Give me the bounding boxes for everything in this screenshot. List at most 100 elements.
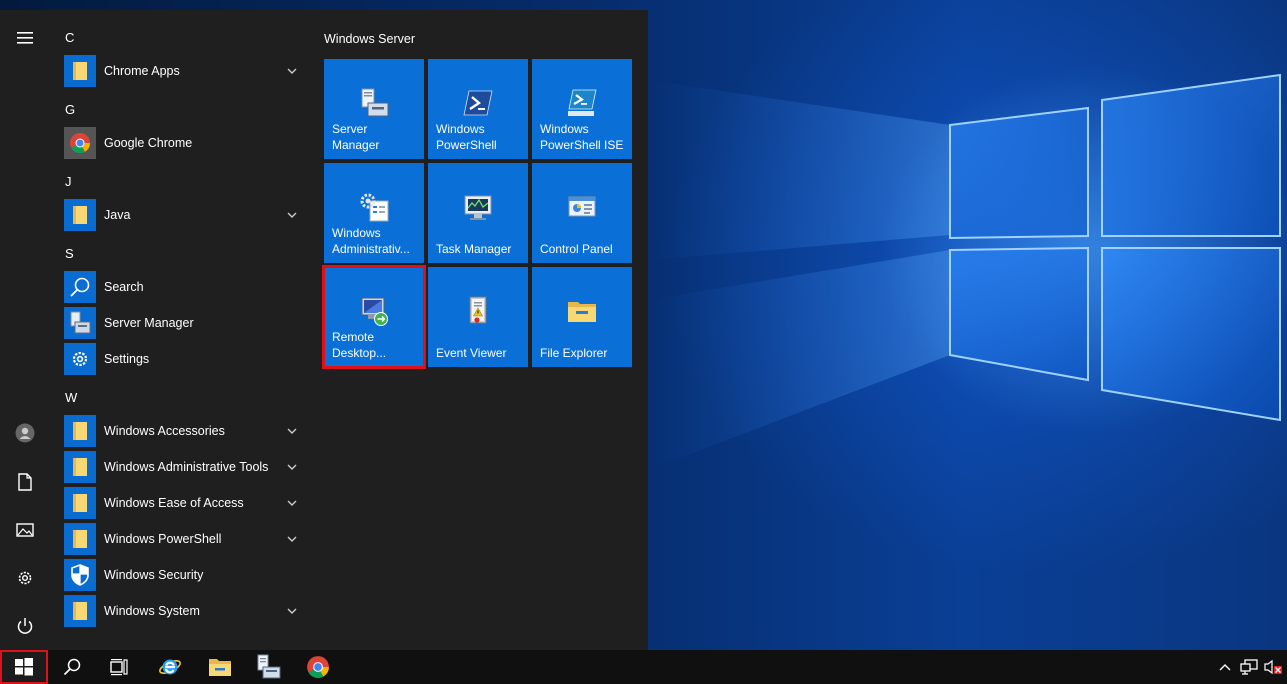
tile-label: Task Manager — [436, 242, 512, 256]
task-manager-icon — [464, 195, 492, 220]
folder-icon — [64, 55, 96, 87]
app-label: Windows Security — [104, 568, 204, 582]
tile-label: Windows PowerShell ISE — [540, 122, 624, 152]
app-search[interactable]: Search — [64, 271, 310, 303]
task-view-icon — [110, 659, 128, 676]
letter-header-j[interactable]: J — [65, 172, 72, 192]
tile-label: Control Panel — [540, 242, 613, 256]
hamburger-icon[interactable] — [5, 18, 45, 58]
server-manager-icon — [257, 654, 281, 679]
start-menu: C Chrome Apps G Google Chrome J Java S S… — [0, 10, 648, 650]
app-label: Windows Administrative Tools — [104, 460, 269, 474]
app-chrome-apps[interactable]: Chrome Apps — [64, 55, 310, 87]
tile-control-panel[interactable]: Control Panel — [532, 163, 632, 263]
folder-icon — [64, 451, 96, 483]
app-label: Java — [104, 208, 131, 222]
chevron-down-icon[interactable] — [286, 461, 298, 473]
show-hidden-icons-button[interactable] — [1214, 650, 1236, 684]
powershell-ise-icon — [568, 89, 597, 116]
folder-icon — [64, 415, 96, 447]
app-server-manager[interactable]: Server Manager — [64, 307, 310, 339]
app-google-chrome[interactable]: Google Chrome — [64, 127, 310, 159]
start-left-rail — [0, 10, 50, 650]
tile-label: Windows PowerShell — [436, 122, 497, 152]
app-settings[interactable]: Settings — [64, 343, 310, 375]
taskbar — [0, 650, 1287, 684]
tile-windows-powershell[interactable]: Windows PowerShell — [428, 59, 528, 159]
gear-icon — [64, 343, 96, 375]
server-manager-icon — [64, 307, 96, 339]
taskbar-internet-explorer[interactable] — [146, 650, 194, 684]
gear-icon[interactable] — [5, 558, 45, 598]
tile-task-manager[interactable]: Task Manager — [428, 163, 528, 263]
app-windows-accessories[interactable]: Windows Accessories — [64, 415, 310, 447]
tile-label: Remote Desktop... — [332, 330, 387, 360]
chevron-down-icon[interactable] — [286, 533, 298, 545]
start-button[interactable] — [0, 650, 48, 684]
tile-label: Windows Administrativ... — [332, 226, 410, 256]
app-label: Search — [104, 280, 144, 294]
chevron-down-icon[interactable] — [286, 65, 298, 77]
letter-header-w[interactable]: W — [65, 388, 77, 408]
tiles-group-title[interactable]: Windows Server — [324, 32, 415, 46]
volume-control[interactable] — [1261, 650, 1285, 684]
chevron-down-icon[interactable] — [286, 605, 298, 617]
task-view-button[interactable] — [96, 650, 144, 684]
app-windows-system[interactable]: Windows System — [64, 595, 310, 627]
chrome-icon — [307, 656, 329, 678]
folder-icon — [64, 595, 96, 627]
folder-icon — [64, 523, 96, 555]
tile-remote-desktop[interactable]: Remote Desktop... — [322, 265, 426, 369]
chrome-icon — [64, 127, 96, 159]
app-label: Chrome Apps — [104, 64, 180, 78]
power-icon[interactable] — [5, 606, 45, 646]
event-viewer-icon — [469, 296, 487, 324]
app-label: Windows System — [104, 604, 200, 618]
tile-windows-administrative-tools[interactable]: Windows Administrativ... — [324, 163, 424, 263]
taskbar-file-explorer[interactable] — [196, 650, 244, 684]
tile-file-explorer[interactable]: File Explorer — [532, 267, 632, 367]
remote-desktop-icon — [361, 297, 388, 326]
network-status[interactable] — [1238, 650, 1260, 684]
chevron-up-icon — [1219, 664, 1231, 671]
documents-icon[interactable] — [5, 462, 45, 502]
taskbar-search-button[interactable] — [48, 650, 96, 684]
app-label: Windows Ease of Access — [104, 496, 244, 510]
app-label: Windows Accessories — [104, 424, 225, 438]
folder-icon — [64, 199, 96, 231]
chevron-down-icon[interactable] — [286, 497, 298, 509]
app-list: C Chrome Apps G Google Chrome J Java S S… — [50, 10, 310, 650]
app-label: Server Manager — [104, 316, 194, 330]
server-manager-icon — [361, 88, 389, 117]
tile-label: File Explorer — [540, 346, 608, 360]
tile-label: Event Viewer — [436, 346, 507, 360]
app-windows-administrative-tools[interactable]: Windows Administrative Tools — [64, 451, 310, 483]
user-icon[interactable] — [5, 413, 45, 453]
app-label: Google Chrome — [104, 136, 193, 150]
tile-event-viewer[interactable]: Event Viewer — [428, 267, 528, 367]
letter-header-g[interactable]: G — [65, 100, 75, 120]
letter-header-c[interactable]: C — [65, 28, 74, 48]
tile-server-manager[interactable]: Server Manager — [324, 59, 424, 159]
network-icon — [1240, 659, 1258, 675]
control-panel-icon — [568, 196, 596, 217]
tile-windows-powershell-ise[interactable]: Windows PowerShell ISE — [532, 59, 632, 159]
letter-header-s[interactable]: S — [65, 244, 74, 264]
pictures-icon[interactable] — [5, 510, 45, 550]
folder-icon — [64, 487, 96, 519]
app-label: Settings — [104, 352, 150, 366]
app-windows-powershell[interactable]: Windows PowerShell — [64, 523, 310, 555]
windows-logo-icon — [15, 658, 33, 676]
app-java[interactable]: Java — [64, 199, 310, 231]
taskbar-google-chrome[interactable] — [294, 650, 342, 684]
chevron-down-icon[interactable] — [286, 425, 298, 437]
app-label: Windows PowerShell — [104, 532, 222, 546]
internet-explorer-icon — [159, 659, 181, 675]
app-windows-security[interactable]: Windows Security — [64, 559, 310, 591]
chevron-down-icon[interactable] — [286, 209, 298, 221]
search-icon — [64, 271, 96, 303]
app-windows-ease-of-access[interactable]: Windows Ease of Access — [64, 487, 310, 519]
taskbar-server-manager[interactable] — [244, 650, 292, 684]
file-explorer-icon — [209, 659, 231, 676]
tile-label: Server Manager — [332, 122, 380, 152]
